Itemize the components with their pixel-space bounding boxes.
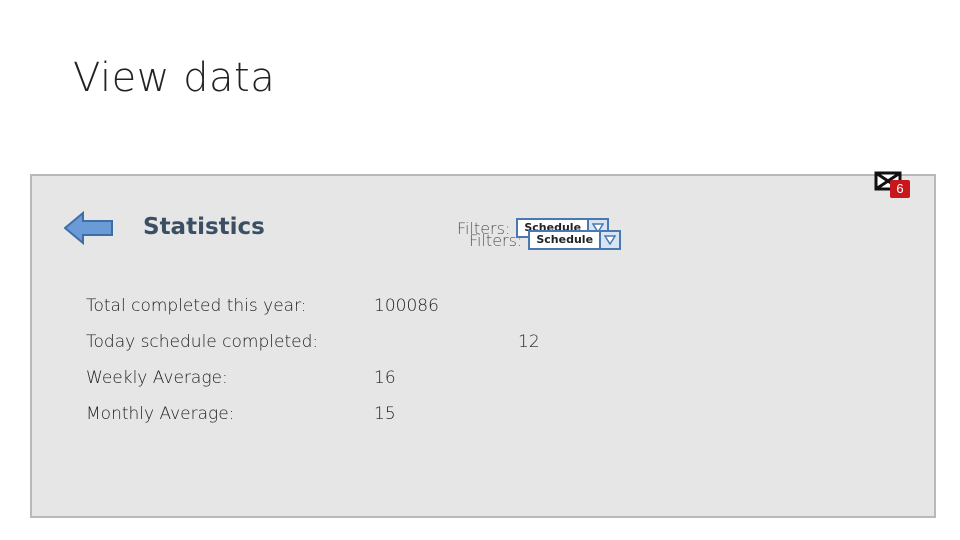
- stat-label-monthly: Monthly Average:: [86, 404, 235, 424]
- stat-value-weekly: 16: [374, 368, 396, 388]
- stat-label-total-year: Total completed this year:: [86, 296, 307, 316]
- stat-value-total-year: 100086: [374, 296, 439, 316]
- stat-label-today: Today schedule completed:: [86, 332, 319, 352]
- filter-group-2: Filters: Schedule: [469, 230, 622, 250]
- left-arrow-icon[interactable]: [64, 211, 114, 245]
- filter-label: Filters:: [469, 230, 523, 250]
- stat-label-weekly: Weekly Average:: [86, 368, 228, 388]
- dropdown-triangle-icon[interactable]: [599, 232, 620, 248]
- page-title: View data: [73, 55, 276, 101]
- filter-select-value: Schedule: [536, 233, 594, 246]
- stat-value-monthly: 15: [374, 404, 396, 424]
- notification-badge[interactable]: 6: [890, 180, 910, 198]
- statistics-heading: Statistics: [143, 214, 265, 240]
- filter-select[interactable]: Schedule: [528, 230, 622, 250]
- stat-value-today: 12: [518, 332, 540, 352]
